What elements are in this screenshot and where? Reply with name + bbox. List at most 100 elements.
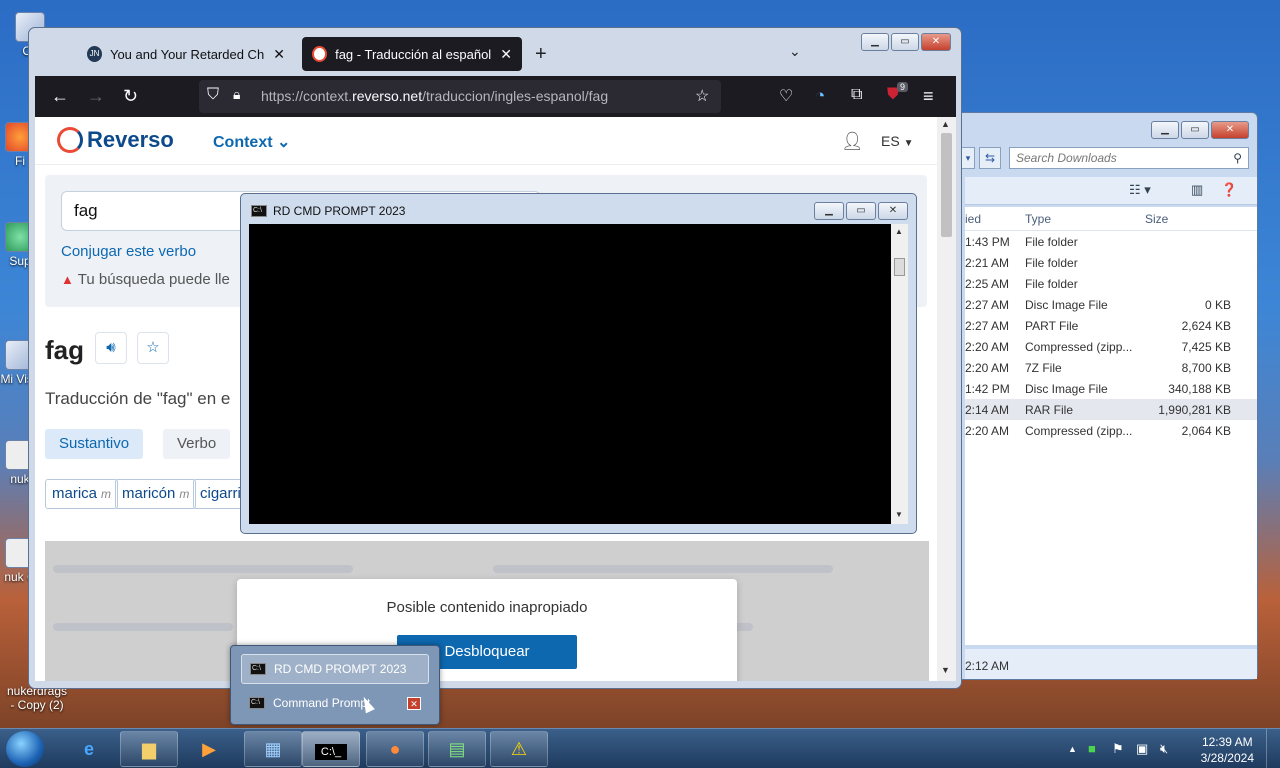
warning-icon: ⚠ xyxy=(510,739,528,759)
tracking-shield-icon[interactable]: ⛉ xyxy=(207,86,219,104)
url-bar[interactable]: ⛉ 🔒︎ https://context.reverso.net/traducc… xyxy=(199,80,721,113)
tray-app-icon[interactable]: ■ xyxy=(1088,741,1096,756)
minimize-button[interactable]: ▁ xyxy=(1151,121,1179,139)
cmd-title: RD CMD PROMPT 2023 xyxy=(273,204,406,218)
close-tab-icon[interactable]: ✕ xyxy=(273,46,285,63)
view-options-icon[interactable]: ☷ ▾ xyxy=(1129,182,1151,198)
tab-reverso[interactable]: fag - Traducción al español - ej ✕ xyxy=(302,37,522,71)
action-center-flag-icon[interactable]: ⚑ xyxy=(1112,741,1124,757)
help-icon[interactable]: ❓ xyxy=(1221,182,1237,198)
forward-arrow-icon[interactable]: → xyxy=(87,86,105,107)
reload-icon[interactable]: ↻ xyxy=(123,86,138,107)
file-row[interactable]: 2:27 AM PART File 2,624 KB xyxy=(965,315,1257,336)
refresh-button[interactable]: ⇆ xyxy=(979,147,1001,169)
reverso-logo[interactable]: Reverso xyxy=(57,127,174,153)
window-list-item-rd-cmd[interactable]: C:\ RD CMD PROMPT 2023 xyxy=(241,654,429,684)
reverso-header: Reverso Context ⌄ 👤︎ ES ▼ xyxy=(35,117,937,165)
maximize-button[interactable]: ▭ xyxy=(846,202,876,220)
clock[interactable]: 12:39 AM 3/28/2024 xyxy=(1201,734,1254,766)
maximize-button[interactable]: ▭ xyxy=(891,33,919,51)
user-icon[interactable]: 👤︎ xyxy=(841,131,864,152)
chip-word: maricón xyxy=(122,485,176,502)
folder-icon: ▆ xyxy=(142,739,156,759)
column-size[interactable]: Size xyxy=(1145,212,1231,226)
file-type: File folder xyxy=(1025,234,1078,249)
taskbar-file-explorer[interactable]: ▆ xyxy=(120,731,178,767)
volume-muted-icon[interactable]: 🔇︎ xyxy=(1160,741,1168,757)
bookmark-star-icon[interactable]: ☆ xyxy=(695,86,709,106)
task-manager-icon: ▤ xyxy=(448,739,466,759)
scrollbar-thumb[interactable] xyxy=(894,258,905,276)
network-icon[interactable]: ▣ xyxy=(1136,741,1148,757)
close-button[interactable]: ✕ xyxy=(878,202,908,220)
preview-pane-icon[interactable]: ▥ xyxy=(1191,182,1203,198)
favorite-star-icon[interactable]: ☆ xyxy=(137,332,169,364)
minimize-button[interactable]: ▁ xyxy=(861,33,889,51)
taskbar-task-manager[interactable]: ▤ xyxy=(428,731,486,767)
file-row[interactable]: 2:27 AM Disc Image File 0 KB xyxy=(965,294,1257,315)
search-warning: ▲ Tu búsqueda puede lle xyxy=(61,271,230,288)
translation-chip[interactable]: marica m xyxy=(45,479,119,509)
conjugate-verb-link[interactable]: Conjugar este verbo xyxy=(61,243,196,260)
file-row[interactable]: 2:21 AM File folder xyxy=(965,252,1257,273)
warning-icon: ▲ xyxy=(61,272,74,287)
taskbar-firefox[interactable]: ● xyxy=(366,731,424,767)
file-row[interactable]: 2:14 AM RAR File 1,990,281 KB xyxy=(965,399,1257,420)
pocket-icon[interactable]: ♡ xyxy=(779,86,793,106)
file-row[interactable]: 2:20 AM Compressed (zipp... 7,425 KB xyxy=(965,336,1257,357)
close-button[interactable]: ✕ xyxy=(1211,121,1249,139)
maximize-button[interactable]: ▭ xyxy=(1181,121,1209,139)
translation-chip[interactable]: maricón m xyxy=(115,479,197,509)
explorer-window[interactable]: ▁ ▭ ✕ ▾ ⇆ Search Downloads ⚲ ☷ ▾ ▥ ❓ ied… xyxy=(940,112,1258,680)
extension-circle-icon[interactable]: ◔ xyxy=(815,86,825,106)
close-tab-icon[interactable]: ✕ xyxy=(500,46,512,63)
new-tab-button[interactable]: + xyxy=(535,43,547,66)
start-button[interactable] xyxy=(6,731,44,767)
lock-icon[interactable]: 🔒︎ xyxy=(233,86,240,103)
taskbar-command-prompt[interactable]: C:\_ xyxy=(302,731,360,767)
tab-retarded-child[interactable]: JN You and Your Retarded Child: A ✕ xyxy=(77,37,295,71)
scroll-down-arrow-icon[interactable]: ▼ xyxy=(941,665,950,675)
language-selector[interactable]: ES ▼ xyxy=(881,133,913,149)
file-modified-time: 2:27 AM xyxy=(965,318,1010,333)
tab-verb[interactable]: Verbo xyxy=(163,429,231,459)
history-dropdown-button[interactable]: ▾ xyxy=(961,147,975,169)
search-input[interactable]: Search Downloads ⚲ xyxy=(1009,147,1249,169)
column-type[interactable]: Type xyxy=(1025,212,1145,226)
tab-noun[interactable]: Sustantivo xyxy=(45,429,144,459)
chevron-down-icon: ⌄ xyxy=(277,134,291,151)
extensions-puzzle-icon[interactable]: ⧉ xyxy=(851,86,862,104)
show-hidden-icons-icon[interactable]: ▲ xyxy=(1068,744,1077,754)
taskbar-internet-explorer[interactable]: e xyxy=(60,731,118,767)
taskbar-media-player[interactable]: ▶ xyxy=(180,731,238,767)
scroll-up-arrow-icon[interactable]: ▲ xyxy=(895,227,903,236)
list-all-tabs-chevron-icon[interactable]: ⌄ xyxy=(789,43,801,60)
file-row[interactable]: 2:20 AM 7Z File 8,700 KB xyxy=(965,357,1257,378)
menu-hamburger-icon[interactable]: ≡ xyxy=(923,86,934,107)
file-list[interactable]: ied Type Size 1:43 PM File folder 2:21 AM F… xyxy=(965,207,1257,645)
taskbar-warning-app[interactable]: ⚠ xyxy=(490,731,548,767)
page-scrollbar[interactable]: ▲ ▼ xyxy=(937,117,956,681)
cmd-window[interactable]: C:\ RD CMD PROMPT 2023 ▁ ▭ ✕ ▲ ▼ xyxy=(240,193,917,534)
pronounce-speaker-icon[interactable]: 🔊︎ xyxy=(95,332,127,364)
file-row[interactable]: 1:43 PM File folder xyxy=(965,231,1257,252)
back-arrow-icon[interactable]: ← xyxy=(51,86,69,107)
cmd-console[interactable] xyxy=(249,224,891,524)
taskbar-control-panel[interactable]: ▦ xyxy=(244,731,302,767)
scrollbar-thumb[interactable] xyxy=(941,133,952,237)
url-path: /traduccion/ingles-espanol/fag xyxy=(422,88,609,104)
close-button[interactable]: ✕ xyxy=(921,33,951,51)
file-row[interactable]: 2:20 AM Compressed (zipp... 2,064 KB xyxy=(965,420,1257,441)
cmd-scrollbar[interactable]: ▲ ▼ xyxy=(891,224,908,524)
tab-title: fag - Traducción al español - ej xyxy=(335,46,492,62)
window-list-item-command-prompt[interactable]: C:\ Command Prompt ✕ xyxy=(241,688,429,718)
scroll-down-arrow-icon[interactable]: ▼ xyxy=(895,510,903,519)
minimize-button[interactable]: ▁ xyxy=(814,202,844,220)
column-date-modified[interactable]: ied xyxy=(965,212,1025,226)
scroll-up-arrow-icon[interactable]: ▲ xyxy=(941,119,950,129)
show-desktop-button[interactable] xyxy=(1266,729,1280,768)
context-menu-button[interactable]: Context ⌄ xyxy=(213,132,290,152)
file-row[interactable]: 1:42 PM Disc Image File 340,188 KB xyxy=(965,378,1257,399)
close-window-icon[interactable]: ✕ xyxy=(407,697,421,710)
file-row[interactable]: 2:25 AM File folder xyxy=(965,273,1257,294)
